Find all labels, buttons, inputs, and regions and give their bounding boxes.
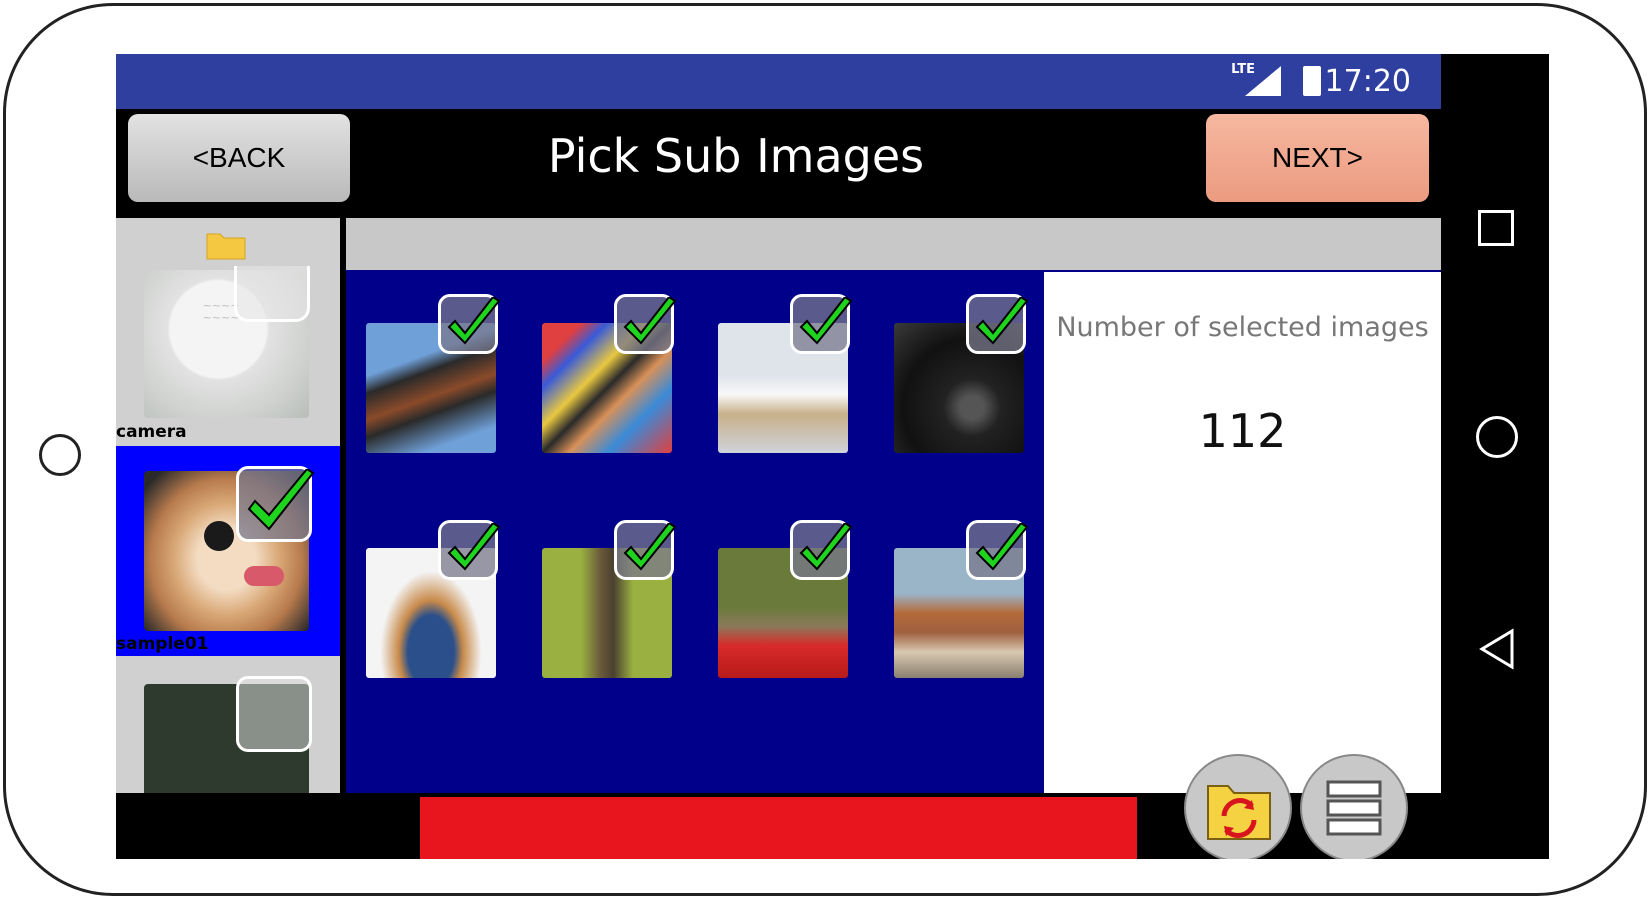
folder-icon[interactable] (206, 230, 246, 260)
list-menu-icon (1326, 780, 1382, 836)
menu-button[interactable] (1300, 754, 1408, 859)
recents-icon[interactable] (1478, 210, 1514, 246)
page-title: Pick Sub Images (547, 129, 925, 183)
battery-icon (1303, 66, 1321, 96)
folder-refresh-icon (1207, 785, 1271, 840)
device-home-button[interactable] (39, 434, 81, 476)
status-time: 17:20 (1324, 64, 1411, 99)
home-icon[interactable] (1476, 416, 1518, 458)
album-checkbox[interactable] (236, 676, 312, 752)
next-button[interactable]: NEXT> (1206, 114, 1429, 202)
image-grid-area: Number of selected images 112 (346, 218, 1441, 793)
selected-count-value: 112 (1198, 404, 1287, 458)
selection-info-panel: Number of selected images 112 (1044, 272, 1441, 793)
back-button[interactable]: <BACK (128, 114, 350, 202)
album-checkbox[interactable] (236, 466, 315, 542)
image-checkbox[interactable] (438, 520, 501, 580)
device-frame: LTE 17:20 <BACK Pick Sub Images NEXT> ~~… (3, 3, 1647, 896)
image-checkbox[interactable] (790, 520, 853, 580)
image-checkbox[interactable] (614, 520, 677, 580)
image-checkbox[interactable] (614, 294, 677, 354)
album-label: camera (116, 422, 187, 442)
image-checkbox[interactable] (790, 294, 853, 354)
selected-count-label: Number of selected images (1056, 312, 1429, 343)
image-checkbox[interactable] (966, 294, 1029, 354)
album-label: sample01 (116, 634, 209, 654)
signal-icon (1245, 66, 1281, 96)
album-item-camera[interactable]: ~~~~ ~~~~ camera (116, 266, 340, 446)
album-item[interactable] (116, 656, 340, 793)
image-checkbox[interactable] (438, 294, 501, 354)
album-item-sample01[interactable]: sample01 (116, 446, 340, 656)
screen: LTE 17:20 <BACK Pick Sub Images NEXT> ~~… (116, 54, 1549, 859)
path-bar (346, 218, 1441, 270)
folder-refresh-button[interactable] (1184, 754, 1292, 859)
image-checkbox[interactable] (966, 520, 1029, 580)
album-list[interactable]: ~~~~ ~~~~ camera sample01 (116, 218, 340, 793)
ad-banner[interactable] (420, 797, 1137, 859)
status-bar: LTE 17:20 (116, 54, 1441, 109)
album-checkbox[interactable] (234, 266, 310, 322)
back-nav-icon[interactable] (1478, 628, 1518, 670)
